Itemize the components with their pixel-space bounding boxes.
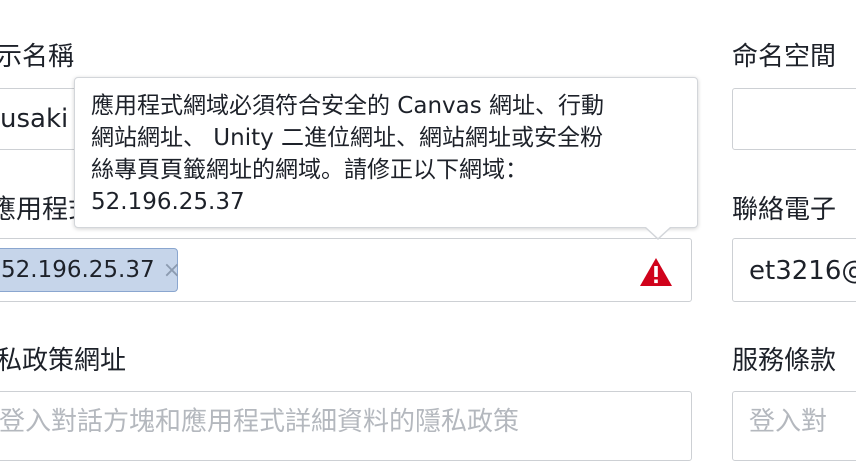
app-domain-tag: 52.196.25.37 ×	[0, 248, 181, 292]
warning-triangle-icon	[640, 258, 672, 286]
terms-of-service-field[interactable]: 登入對	[732, 391, 856, 461]
tooltip-line: 應用程式網域必須符合安全的 Canvas 網址、行動	[91, 93, 605, 119]
tooltip-line: 網站網址、 Unity 二進位網址、網站網址或安全粉	[91, 125, 604, 151]
domain-error-tooltip: 應用程式網域必須符合安全的 Canvas 網址、行動 網站網址、 Unity 二…	[74, 77, 698, 228]
app-domain-tag-label: 52.196.25.37	[1, 257, 155, 283]
privacy-policy-placeholder: 登入對話方塊和應用程式詳細資料的隱私政策	[0, 407, 520, 437]
privacy-policy-label: 私政策網址	[0, 346, 127, 376]
display-name-field[interactable]: usaki	[0, 88, 80, 150]
close-icon[interactable]: ×	[163, 258, 181, 283]
privacy-policy-field[interactable]: 登入對話方塊和應用程式詳細資料的隱私政策	[0, 391, 692, 461]
terms-of-service-placeholder: 登入對	[749, 407, 828, 437]
contact-email-value: et3216@	[749, 256, 856, 286]
contact-email-field[interactable]: et3216@	[732, 238, 856, 302]
display-name-value: usaki	[0, 104, 69, 134]
namespace-field[interactable]	[732, 88, 856, 150]
tooltip-line: 52.196.25.37	[91, 189, 245, 215]
contact-email-label: 聯絡電子	[732, 195, 837, 225]
terms-of-service-label: 服務條款	[732, 346, 837, 376]
tooltip-arrow-fill	[646, 227, 670, 238]
namespace-label: 命名空間	[732, 42, 837, 72]
tooltip-line: 絲專頁頁籤網址的網域。請修正以下網域：	[91, 157, 528, 183]
display-name-label: 示名稱	[0, 42, 75, 72]
